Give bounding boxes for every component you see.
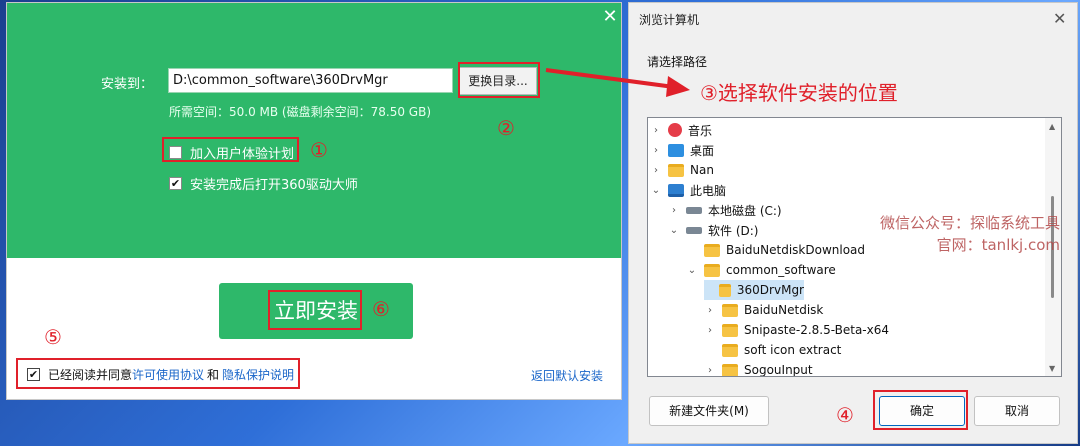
tree-item-sogouinput[interactable]: › SogouInput — [704, 360, 813, 377]
tree-item-label: 音乐 — [688, 123, 713, 138]
space-requirement-text: 所需空间：50.0 MB (磁盘剩余空间：78.50 GB) — [169, 105, 431, 119]
installer-close-button[interactable]: ✕ — [599, 6, 621, 28]
watermark-line2: 官网：tanlkj.com — [936, 236, 1061, 254]
tree-item-label: 此电脑 — [690, 183, 727, 198]
annotation-box-agreement — [16, 358, 300, 389]
collapse-icon[interactable]: ⌄ — [668, 225, 680, 236]
tree-item-label: Nan — [690, 163, 714, 177]
watermark: 微信公众号：探临系统工具 官网：tanlkj.com — [880, 212, 1060, 256]
tree-item-label: SogouInput — [744, 363, 813, 377]
install-to-label: 安装到： — [101, 77, 154, 92]
tree-item-snipaste[interactable]: › Snipaste-2.8.5-Beta-x64 — [704, 320, 889, 340]
dialog-close-button[interactable]: ✕ — [1053, 9, 1066, 28]
tree-item-label: 360DrvMgr — [736, 283, 804, 297]
collapse-icon[interactable]: ⌄ — [686, 265, 698, 276]
dialog-title: 浏览计算机 — [639, 13, 700, 27]
tree-item-nan[interactable]: › Nan — [650, 160, 714, 180]
annotation-step1: ① — [310, 138, 328, 162]
tree-item-drive-d[interactable]: ⌄ 软件 (D:) — [668, 220, 759, 240]
new-folder-button[interactable]: 新建文件夹(M) — [649, 396, 769, 426]
tree-item-label: soft icon extract — [744, 343, 842, 357]
annotation-step5: ⑤ — [44, 325, 62, 349]
annotation-box-install — [268, 290, 362, 330]
tree-item-label: BaiduNetdisk — [744, 303, 824, 317]
desktop-icon — [668, 143, 684, 157]
watermark-line1: 微信公众号：探临系统工具 — [880, 214, 1061, 232]
collapse-icon[interactable]: ⌄ — [650, 185, 662, 196]
folder-icon — [722, 343, 738, 357]
scroll-down-icon[interactable]: ▼ — [1049, 364, 1055, 373]
tree-item-soft-icon-extract[interactable]: soft icon extract — [704, 340, 841, 360]
tree-item-common-software[interactable]: ⌄ common_software — [686, 260, 836, 280]
tree-item-baidunetdiskdownload[interactable]: BaiduNetdiskDownload — [686, 240, 865, 260]
cancel-button[interactable]: 取消 — [974, 396, 1060, 426]
tree-item-drive-c[interactable]: › 本地磁盘 (C:) — [668, 200, 782, 220]
folder-icon — [704, 263, 720, 277]
annotation-step4: ④ — [836, 403, 854, 427]
annotation-arrow-icon — [545, 68, 690, 97]
folder-icon — [704, 243, 720, 257]
tree-item-this-pc[interactable]: ⌄ 此电脑 — [650, 180, 726, 200]
install-path-input[interactable]: D:\common_software\360DrvMgr — [168, 68, 453, 93]
folder-icon — [718, 283, 731, 297]
tree-item-label: common_software — [726, 263, 836, 277]
open-after-install-label: 安装完成后打开360驱动大师 — [190, 178, 358, 193]
folder-icon — [722, 363, 738, 376]
open-after-install-checkbox[interactable]: ✔ — [169, 177, 182, 190]
tree-item-label: 桌面 — [690, 143, 715, 158]
annotation-step6: ⑥ — [372, 297, 390, 321]
folder-icon — [722, 303, 738, 317]
open-after-install-option[interactable]: ✔ 安装完成后打开360驱动大师 — [169, 174, 358, 193]
tree-item-label: 软件 (D:) — [708, 223, 759, 238]
tree-item-label: 本地磁盘 (C:) — [708, 203, 782, 218]
installer-header-panel — [7, 3, 621, 258]
tree-item-baidunetdisk[interactable]: › BaiduNetdisk — [704, 300, 823, 320]
tree-item-music[interactable]: › 音乐 — [650, 120, 712, 140]
annotation-step2: ② — [497, 116, 515, 140]
expand-icon[interactable]: › — [650, 145, 662, 156]
expand-icon[interactable]: › — [650, 125, 662, 136]
tree-item-desktop[interactable]: › 桌面 — [650, 140, 714, 160]
tree-item-label: Snipaste-2.8.5-Beta-x64 — [744, 323, 890, 337]
annotation-step3: ③选择软件安装的位置 — [700, 81, 898, 105]
drive-icon — [686, 206, 702, 214]
annotation-box-ok — [873, 390, 968, 430]
expand-icon[interactable]: › — [668, 205, 680, 216]
music-icon — [668, 123, 682, 137]
scroll-up-icon[interactable]: ▲ — [1049, 122, 1055, 131]
default-install-link[interactable]: 返回默认安装 — [531, 367, 603, 384]
folder-icon — [668, 163, 684, 177]
tree-item-360drvmgr[interactable]: 360DrvMgr — [704, 280, 804, 300]
expand-icon[interactable]: › — [704, 325, 716, 336]
annotation-box-experience — [162, 137, 299, 162]
drive-icon — [686, 226, 702, 234]
folder-icon — [722, 323, 738, 337]
annotation-box-change-dir — [458, 62, 540, 98]
expand-icon[interactable]: › — [704, 365, 716, 376]
expand-icon[interactable]: › — [704, 305, 716, 316]
expand-icon[interactable]: › — [650, 165, 662, 176]
tree-item-label: BaiduNetdiskDownload — [726, 243, 866, 257]
pc-icon — [668, 183, 684, 197]
